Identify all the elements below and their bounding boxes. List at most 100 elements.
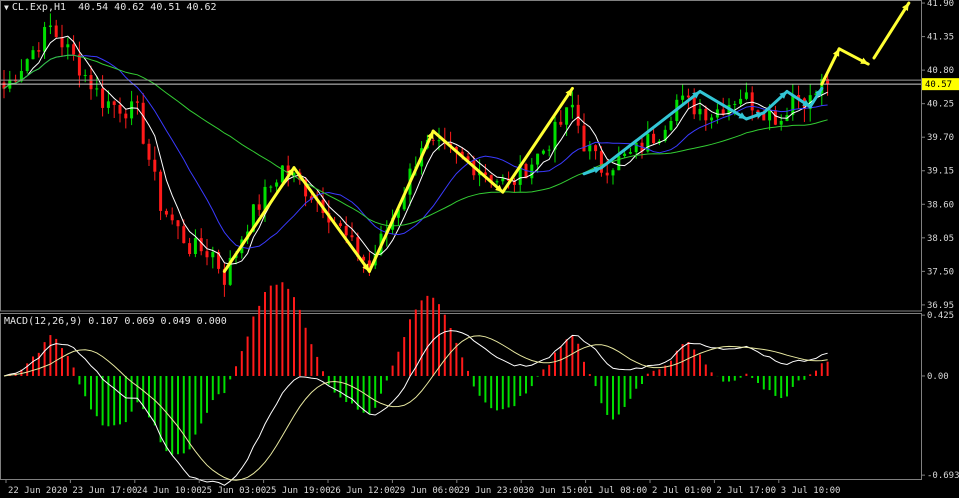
candle-body xyxy=(188,243,192,255)
candle-body xyxy=(182,226,186,244)
candle-body xyxy=(744,92,748,99)
candle-body xyxy=(257,204,261,210)
candle-body xyxy=(95,88,99,90)
candle-body xyxy=(773,110,777,125)
current-price-label: 40.57 xyxy=(925,80,952,90)
price-axis-label: 39.70 xyxy=(927,133,954,143)
macd-axis-label: 0.00 xyxy=(927,372,949,382)
candle-body xyxy=(501,178,505,182)
candle-body xyxy=(762,113,766,121)
candle-body xyxy=(710,117,714,121)
candle-body xyxy=(344,226,348,236)
symbol-label: CL.Exp,H1 xyxy=(11,2,67,13)
candle-body xyxy=(617,155,621,171)
candle-body xyxy=(367,260,371,266)
fast-ma-line xyxy=(3,35,828,265)
candle-body xyxy=(101,88,105,108)
candle-body xyxy=(106,101,110,108)
candle-body xyxy=(686,95,690,98)
candle-body xyxy=(669,121,673,130)
yellow-wave-arrow xyxy=(431,129,505,194)
time-axis-label: 29 Jun 06:00 xyxy=(394,486,459,496)
candle-body xyxy=(124,113,128,119)
yellow-wave-arrow xyxy=(222,166,296,273)
candle-body xyxy=(89,75,93,90)
candle-body xyxy=(31,50,35,60)
yellow-wave-arrow xyxy=(292,166,371,273)
time-axis-label: 3 Jul 10:00 xyxy=(781,486,841,496)
candle-body xyxy=(634,142,638,153)
candle-body xyxy=(176,220,180,227)
candle-body xyxy=(739,98,743,104)
time-axis-label: 2 Jul 17:00 xyxy=(716,486,776,496)
macd-axis-label: -0.693 xyxy=(927,471,959,481)
candle-body xyxy=(565,107,569,125)
chart-header: ▼ CL.Exp,H1 40.54 40.62 40.51 40.62 xyxy=(4,2,217,13)
candle-body xyxy=(25,59,29,72)
candle-body xyxy=(141,102,145,144)
macd-pane-frame xyxy=(0,313,922,480)
candle-body xyxy=(611,170,615,176)
candle-body xyxy=(576,104,580,126)
candle-body xyxy=(338,223,342,227)
candle-body xyxy=(54,25,58,37)
candle-body xyxy=(164,210,168,215)
time-axis-label: 22 Jun 2020 xyxy=(8,486,68,496)
yellow-wave-arrow xyxy=(872,1,911,60)
chart-window: 41.90 41.35 40.80 40.25 39.70 39.15 38.60 38.05… xyxy=(0,0,959,498)
cyan-wave-arrow xyxy=(599,89,702,170)
candle-body xyxy=(130,101,134,119)
dropdown-triangle-icon[interactable]: ▼ xyxy=(4,3,9,12)
candle-body xyxy=(570,104,574,108)
candle-body xyxy=(536,153,540,165)
candle-body xyxy=(199,238,203,252)
price-axis-label: 40.80 xyxy=(927,66,954,76)
candle-body xyxy=(437,140,441,142)
candle-body xyxy=(628,152,632,154)
candle-body xyxy=(350,235,354,238)
candle-body xyxy=(652,133,656,144)
candle-body xyxy=(211,252,215,258)
candle-body xyxy=(77,54,81,76)
candle-body xyxy=(48,25,52,27)
candle-body xyxy=(37,50,41,52)
time-axis-label: 30 Jun 15:00 xyxy=(523,486,588,496)
candle-body xyxy=(431,139,435,141)
price-axis-label: 38.05 xyxy=(927,234,954,244)
candle-body xyxy=(205,251,209,258)
candle-body xyxy=(541,150,545,154)
candle-body xyxy=(594,145,598,152)
price-axis-label: 41.35 xyxy=(927,33,954,43)
time-axis-label: 1 Jul 08:00 xyxy=(588,486,648,496)
candle-body xyxy=(779,120,783,125)
candle-body xyxy=(547,149,551,151)
time-axis-label: 23 Jun 17:00 xyxy=(72,486,137,496)
candle-body xyxy=(559,121,563,125)
candle-body xyxy=(588,145,592,152)
price-axis-label: 37.50 xyxy=(927,267,954,277)
price-and-macd-chart: 41.90 41.35 40.80 40.25 39.70 39.15 38.60 38.05… xyxy=(0,0,959,496)
macd-header: MACD(12,26,9) 0.107 0.069 0.049 0.000 xyxy=(4,316,227,327)
slow-ma-line xyxy=(3,54,828,227)
candle-body xyxy=(623,153,627,156)
price-axis-label: 38.60 xyxy=(927,200,954,210)
candle-body xyxy=(698,108,702,115)
yellow-wave-arrow xyxy=(367,129,435,273)
candle-body xyxy=(43,26,47,52)
time-axis-label: 25 Jun 19:00 xyxy=(266,486,331,496)
candle-body xyxy=(791,94,795,116)
time-axis-label: 25 Jun 03:00 xyxy=(201,486,266,496)
time-axis-label: 2 Jul 01:00 xyxy=(652,486,712,496)
candle-body xyxy=(66,44,70,48)
candle-body xyxy=(72,44,76,55)
time-axis-label: 26 Jun 12:00 xyxy=(330,486,395,496)
candle-body xyxy=(159,171,163,211)
time-axis-label: 29 Jun 23:00 xyxy=(459,486,524,496)
candle-body xyxy=(60,36,64,48)
price-axis-label: 39.15 xyxy=(927,167,954,177)
candle-body xyxy=(135,101,139,103)
ohlc-values: 40.54 40.62 40.51 40.62 xyxy=(78,2,217,13)
candle-body xyxy=(553,121,557,150)
price-axis-label: 41.90 xyxy=(927,0,954,9)
candle-body xyxy=(263,186,267,210)
